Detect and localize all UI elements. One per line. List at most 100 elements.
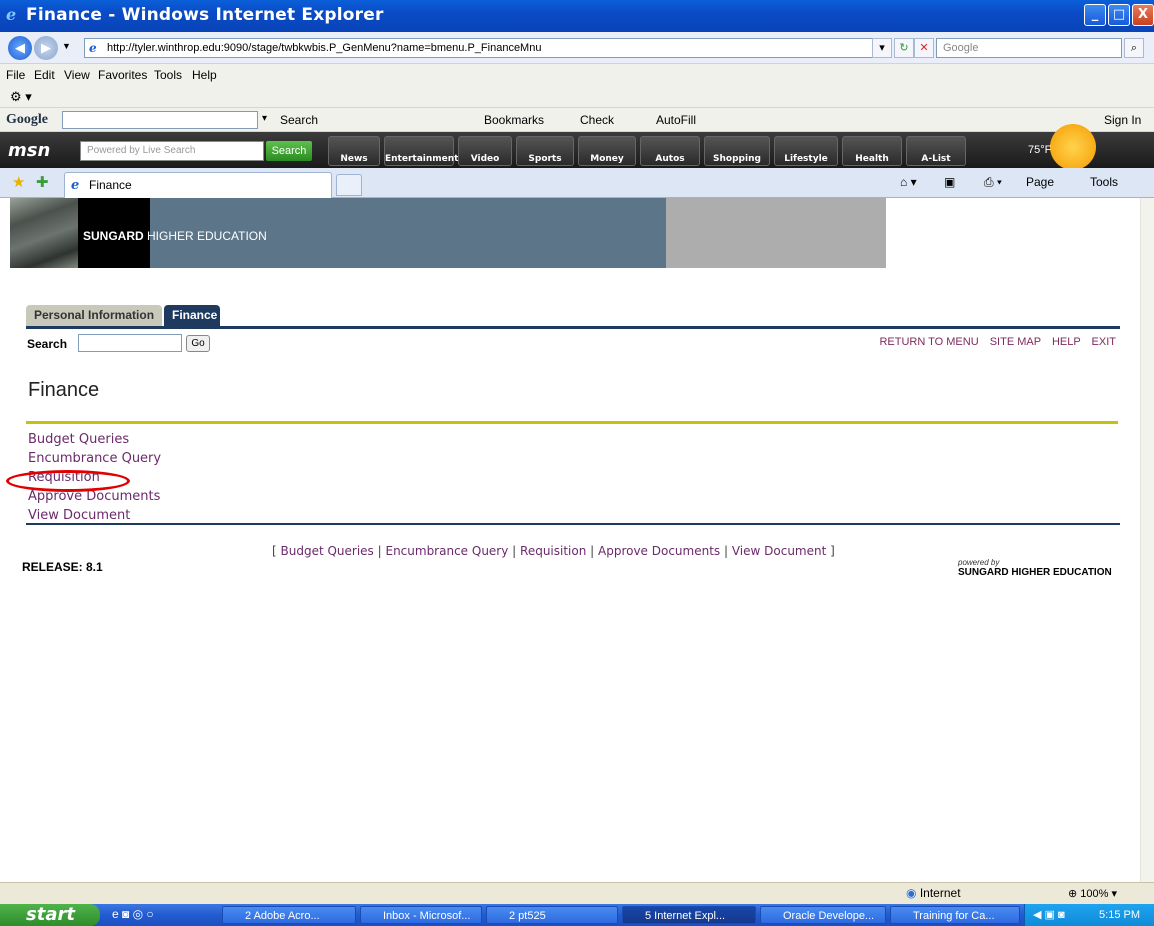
- sungard-logo: SUNGARD HIGHER EDUCATION: [83, 229, 267, 243]
- footer-separator: |: [508, 544, 521, 558]
- release-version: RELEASE: 8.1: [22, 560, 103, 574]
- close-button[interactable]: X: [1132, 4, 1154, 26]
- back-button[interactable]: ◀: [8, 36, 32, 60]
- weather-temperature[interactable]: 75°F: [1014, 138, 1070, 162]
- encumbrance-query-link[interactable]: Encumbrance Query: [28, 449, 161, 468]
- google-toolbar-search-input[interactable]: [62, 111, 258, 129]
- menu-view[interactable]: View: [64, 68, 90, 82]
- menu-tools[interactable]: Tools: [154, 68, 182, 82]
- msn-shopping-button[interactable]: Shopping: [704, 136, 770, 166]
- add-favorite-icon[interactable]: ✚: [36, 173, 49, 191]
- taskbar-oracle-developer[interactable]: Oracle Develope...: [760, 906, 886, 924]
- minimize-button[interactable]: _: [1084, 4, 1106, 26]
- page-icon: e: [89, 41, 97, 55]
- msn-health-button[interactable]: Health: [842, 136, 902, 166]
- address-dropdown-icon[interactable]: ▾: [872, 38, 892, 58]
- search-icon[interactable]: ⌕: [1124, 38, 1144, 58]
- powered-by-logo: powered by SUNGARD HIGHER EDUCATION: [958, 558, 1112, 578]
- vertical-scrollbar[interactable]: [1140, 198, 1154, 882]
- taskbar-adobe[interactable]: 2 Adobe Acro...: [222, 906, 356, 924]
- zoom-level[interactable]: ⊕ 100% ▾: [1068, 887, 1117, 900]
- return-to-menu-link[interactable]: RETURN TO MENU: [879, 336, 978, 348]
- security-zone: ◉ Internet: [906, 886, 961, 900]
- msn-news-button[interactable]: News: [328, 136, 380, 166]
- footer-bracket-open: [: [272, 544, 281, 558]
- go-button[interactable]: Go: [186, 335, 210, 352]
- tab-divider: [26, 326, 1120, 329]
- ie-logo-icon: e: [6, 5, 17, 24]
- zone-label: Internet: [919, 886, 961, 900]
- msn-alist-button[interactable]: A-List: [906, 136, 966, 166]
- forward-button[interactable]: ▶: [34, 36, 58, 60]
- footer-requisition-link[interactable]: Requisition: [520, 544, 586, 558]
- footer-budget-queries-link[interactable]: Budget Queries: [281, 544, 374, 558]
- msn-logo: msn: [8, 140, 51, 161]
- tray-icons[interactable]: ◀ ▣ ◙: [1033, 909, 1065, 921]
- toolbar-options-icon[interactable]: ⚙ ▾: [10, 89, 32, 105]
- new-tab-button[interactable]: [336, 174, 362, 196]
- page-content: SUNGARD HIGHER EDUCATION Personal Inform…: [6, 198, 1138, 882]
- favorites-star-icon[interactable]: ★: [12, 173, 25, 191]
- history-dropdown-icon[interactable]: ▼: [62, 41, 71, 51]
- ie-tab-icon: e: [71, 178, 80, 193]
- taskbar-training[interactable]: Training for Ca...: [890, 906, 1020, 924]
- menu-help[interactable]: Help: [192, 68, 217, 82]
- maximize-button[interactable]: □: [1108, 4, 1130, 26]
- stop-icon[interactable]: ✕: [914, 38, 934, 58]
- address-toolbar: ◀ ▶ ▼ e http://tyler.winthrop.edu:9090/s…: [0, 32, 1154, 64]
- quick-launch-icons[interactable]: e ◙ ◎ ○: [112, 907, 154, 921]
- menu-edit[interactable]: Edit: [34, 68, 55, 82]
- menu-favorites[interactable]: Favorites: [98, 68, 147, 82]
- toolbar-row: ⚙ ▾: [0, 86, 1154, 108]
- search-input[interactable]: [78, 334, 182, 352]
- home-icon[interactable]: ⌂ ▾: [900, 175, 917, 189]
- sign-in-button[interactable]: Sign In: [1104, 113, 1141, 127]
- print-icon[interactable]: ⎙ ▾: [984, 175, 1002, 190]
- tab-personal-information[interactable]: Personal Information: [26, 305, 162, 326]
- zoom-value: 100%: [1080, 888, 1109, 900]
- start-button[interactable]: start: [0, 904, 100, 926]
- globe-icon: ◉: [906, 886, 917, 900]
- spell-check-button[interactable]: Check: [580, 113, 614, 127]
- msn-video-button[interactable]: Video: [458, 136, 512, 166]
- msn-entertainment-button[interactable]: Entertainment: [384, 136, 458, 166]
- msn-lifestyle-button[interactable]: Lifestyle: [774, 136, 838, 166]
- msn-toolbar: msn Powered by Live Search Search News E…: [0, 124, 1154, 170]
- bookmarks-button[interactable]: Bookmarks: [484, 113, 544, 127]
- menu-file[interactable]: File: [6, 68, 25, 82]
- powered-by-brand: SUNGARD HIGHER EDUCATION: [958, 567, 1112, 578]
- google-search-dropdown-icon[interactable]: ▾: [262, 113, 267, 124]
- msn-autos-button[interactable]: Autos: [640, 136, 700, 166]
- footer-separator: |: [586, 544, 598, 558]
- site-map-link[interactable]: SITE MAP: [990, 336, 1041, 348]
- autofill-button[interactable]: AutoFill: [656, 113, 696, 127]
- tools-menu[interactable]: Tools: [1090, 175, 1118, 189]
- taskbar-inbox[interactable]: Inbox - Microsof...: [360, 906, 482, 924]
- footer-approve-documents-link[interactable]: Approve Documents: [598, 544, 720, 558]
- help-link[interactable]: HELP: [1052, 336, 1081, 348]
- menu-divider: [26, 523, 1120, 525]
- budget-queries-link[interactable]: Budget Queries: [28, 430, 161, 449]
- msn-search-button[interactable]: Search: [266, 141, 312, 161]
- address-input[interactable]: e http://tyler.winthrop.edu:9090/stage/t…: [84, 38, 892, 58]
- window-title: Finance - Windows Internet Explorer: [26, 5, 384, 25]
- taskbar-pt525[interactable]: 2 pt525: [486, 906, 618, 924]
- exit-link[interactable]: EXIT: [1092, 336, 1116, 348]
- footer-encumbrance-query-link[interactable]: Encumbrance Query: [385, 544, 508, 558]
- banner-gray-block: [666, 198, 886, 268]
- browser-tab-finance[interactable]: e Finance: [64, 172, 332, 198]
- menu-bar: File Edit View Favorites Tools Help: [0, 64, 1154, 86]
- msn-search-input[interactable]: Powered by Live Search: [80, 141, 264, 161]
- msn-sports-button[interactable]: Sports: [516, 136, 574, 166]
- page-menu[interactable]: Page: [1026, 175, 1054, 189]
- footer-view-document-link[interactable]: View Document: [732, 544, 826, 558]
- msn-money-button[interactable]: Money: [578, 136, 636, 166]
- top-links: RETURN TO MENU SITE MAP HELP EXIT: [871, 336, 1116, 348]
- feeds-icon[interactable]: ▣: [944, 175, 955, 189]
- google-search-input[interactable]: Google: [936, 38, 1122, 58]
- tab-finance[interactable]: Finance: [164, 305, 220, 326]
- google-search-button[interactable]: Search: [280, 113, 318, 127]
- footer-separator: |: [373, 544, 386, 558]
- refresh-icon[interactable]: ↻: [894, 38, 914, 58]
- taskbar-internet-explorer[interactable]: 5 Internet Expl...: [622, 906, 756, 924]
